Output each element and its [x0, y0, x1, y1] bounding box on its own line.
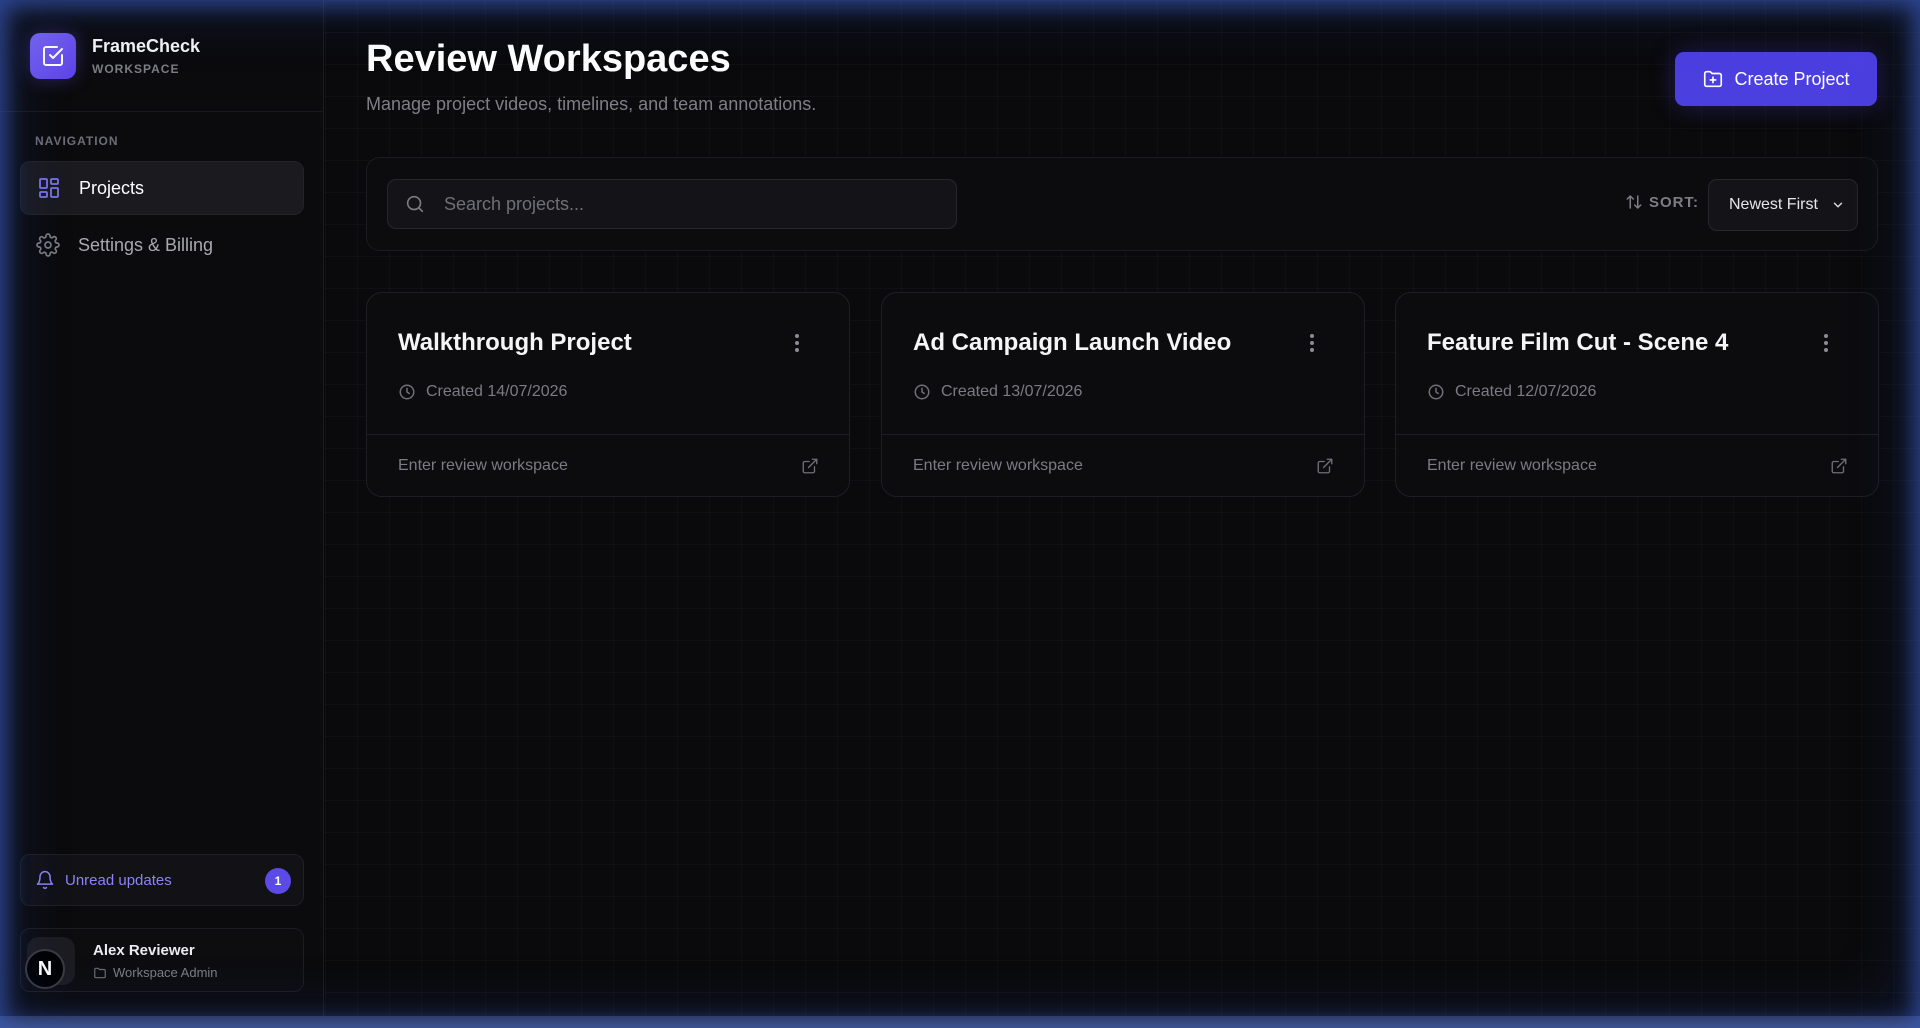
project-created-label: Created 13/07/2026 [941, 383, 1083, 400]
user-name: Alex Reviewer [93, 942, 195, 959]
card-divider [367, 434, 849, 435]
project-card[interactable]: Feature Film Cut - Scene 4 Created 12/07… [1395, 292, 1879, 497]
gear-icon [36, 233, 60, 257]
project-title: Walkthrough Project [398, 329, 632, 356]
external-link-icon[interactable] [1830, 457, 1848, 475]
window-bottom-edge [0, 1016, 1920, 1028]
folder-plus-icon [1702, 68, 1724, 90]
user-role: Workspace Admin [93, 965, 218, 980]
enter-workspace-link[interactable]: Enter review workspace [398, 457, 568, 475]
card-divider [1396, 434, 1878, 435]
clock-icon [1427, 383, 1445, 401]
sidebar-item-label: Settings & Billing [78, 234, 214, 255]
project-created-label: Created 14/07/2026 [426, 383, 568, 400]
project-card[interactable]: Walkthrough Project Created 14/07/2026 E… [366, 292, 850, 497]
project-title: Feature Film Cut - Scene 4 [1427, 329, 1729, 356]
sort-selected-value: Newest First [1729, 196, 1818, 213]
create-project-button[interactable]: Create Project [1675, 52, 1877, 106]
project-card[interactable]: Ad Campaign Launch Video Created 13/07/2… [881, 292, 1365, 497]
search-box [387, 179, 957, 229]
card-divider [882, 434, 1364, 435]
user-card[interactable]: N Alex Reviewer Workspace Admin [20, 928, 304, 992]
create-project-label: Create Project [1734, 68, 1850, 89]
checkbox-logo-icon [30, 32, 76, 79]
folder-icon [93, 966, 107, 980]
main-content: Review Workspaces Manage project videos,… [325, 0, 1920, 1016]
clock-icon [913, 383, 931, 401]
search-input[interactable] [442, 192, 956, 216]
sidebar-item-projects[interactable]: Projects [20, 161, 304, 215]
avatar-letter: N [25, 949, 65, 989]
more-vertical-icon[interactable] [1814, 331, 1838, 355]
project-created: Created 14/07/2026 [398, 383, 567, 401]
app-window: FrameCheck WORKSPACE NAVIGATION Projects [0, 0, 1920, 1028]
project-created: Created 13/07/2026 [913, 383, 1082, 401]
unread-updates-button[interactable]: Unread updates 1 [20, 854, 304, 906]
filter-toolbar: SORT: Newest First [366, 157, 1878, 251]
sort-label-text: SORT: [1649, 193, 1699, 211]
enter-workspace-link[interactable]: Enter review workspace [1427, 457, 1597, 475]
grid-icon [37, 176, 61, 200]
nav-heading: NAVIGATION [35, 134, 119, 148]
sidebar-item-label: Projects [79, 177, 145, 198]
external-link-icon[interactable] [801, 457, 819, 475]
sort-arrows-icon [1625, 193, 1643, 211]
page-title: Review Workspaces [366, 38, 731, 80]
more-vertical-icon[interactable] [785, 331, 809, 355]
external-link-icon[interactable] [1316, 457, 1334, 475]
bell-icon [35, 870, 55, 890]
search-icon [404, 193, 426, 215]
brand[interactable]: FrameCheck WORKSPACE [0, 0, 323, 112]
project-created-label: Created 12/07/2026 [1455, 383, 1597, 400]
sort-select[interactable]: Newest First [1708, 179, 1858, 231]
project-created: Created 12/07/2026 [1427, 383, 1596, 401]
enter-workspace-link[interactable]: Enter review workspace [913, 457, 1083, 475]
brand-name: FrameCheck [92, 35, 201, 56]
sidebar-item-settings[interactable]: Settings & Billing [20, 218, 304, 272]
chevron-down-icon [1831, 198, 1845, 212]
page-subtitle: Manage project videos, timelines, and te… [366, 94, 817, 114]
user-role-label: Workspace Admin [113, 965, 218, 980]
project-title: Ad Campaign Launch Video [913, 329, 1232, 356]
unread-updates-label: Unread updates [65, 871, 172, 889]
brand-subtitle: WORKSPACE [92, 61, 180, 76]
sort-label: SORT: [1625, 193, 1699, 211]
clock-icon [398, 383, 416, 401]
unread-count-badge: 1 [265, 868, 291, 894]
sidebar: FrameCheck WORKSPACE NAVIGATION Projects [0, 0, 324, 1016]
more-vertical-icon[interactable] [1300, 331, 1324, 355]
